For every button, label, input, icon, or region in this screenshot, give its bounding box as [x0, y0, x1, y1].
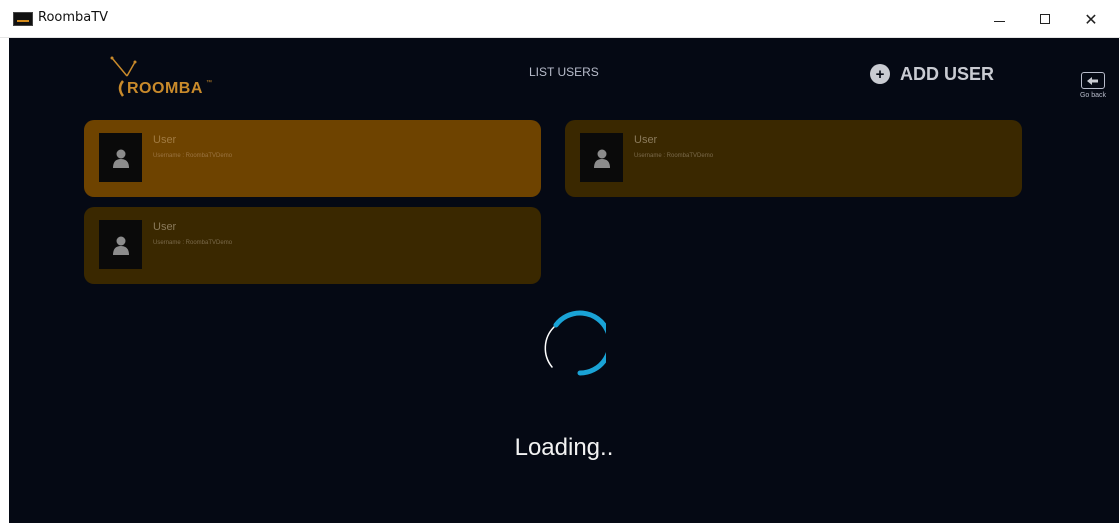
- minimize-button[interactable]: [976, 0, 1022, 38]
- go-back-label: Go back: [1079, 92, 1107, 99]
- window-border: [0, 38, 9, 523]
- app-content: ROOMBA ™ LIST USERS + ADD USER Go back U…: [9, 38, 1119, 523]
- page-title: LIST USERS: [529, 65, 599, 79]
- user-avatar-icon: [99, 133, 142, 182]
- user-card[interactable]: User Username : RoombaTVDemo: [565, 120, 1022, 197]
- user-card[interactable]: User Username : RoombaTVDemo: [84, 207, 541, 284]
- back-arrow-icon: [1081, 72, 1105, 89]
- user-avatar-icon: [99, 220, 142, 269]
- window-titlebar: RoombaTV ✕: [0, 0, 1120, 38]
- logo-text: ROOMBA: [127, 80, 203, 97]
- add-user-button[interactable]: + ADD USER: [870, 62, 994, 86]
- user-avatar-icon: [580, 133, 623, 182]
- close-icon: ✕: [1084, 9, 1098, 29]
- loading-spinner-icon: [544, 310, 606, 376]
- user-name: User: [634, 134, 658, 146]
- user-username: Username : RoombaTVDemo: [634, 153, 714, 159]
- add-user-label: ADD USER: [900, 63, 995, 84]
- user-name: User: [153, 134, 177, 146]
- logo-trademark: ™: [206, 80, 212, 86]
- app-icon: [13, 12, 33, 26]
- maximize-button[interactable]: [1022, 0, 1068, 38]
- window-title: RoombaTV: [38, 10, 109, 25]
- loading-text: Loading..: [514, 434, 614, 461]
- user-username: Username : RoombaTVDemo: [153, 240, 233, 246]
- roomba-logo: ROOMBA ™: [109, 56, 219, 106]
- maximize-icon: [1040, 14, 1050, 24]
- plus-circle-icon: +: [870, 64, 890, 84]
- user-username: Username : RoombaTVDemo: [153, 153, 233, 159]
- user-card[interactable]: User Username : RoombaTVDemo: [84, 120, 541, 197]
- minimize-icon: [993, 20, 1005, 22]
- user-name: User: [153, 221, 177, 233]
- close-button[interactable]: ✕: [1068, 0, 1114, 38]
- go-back-button[interactable]: Go back: [1075, 72, 1111, 106]
